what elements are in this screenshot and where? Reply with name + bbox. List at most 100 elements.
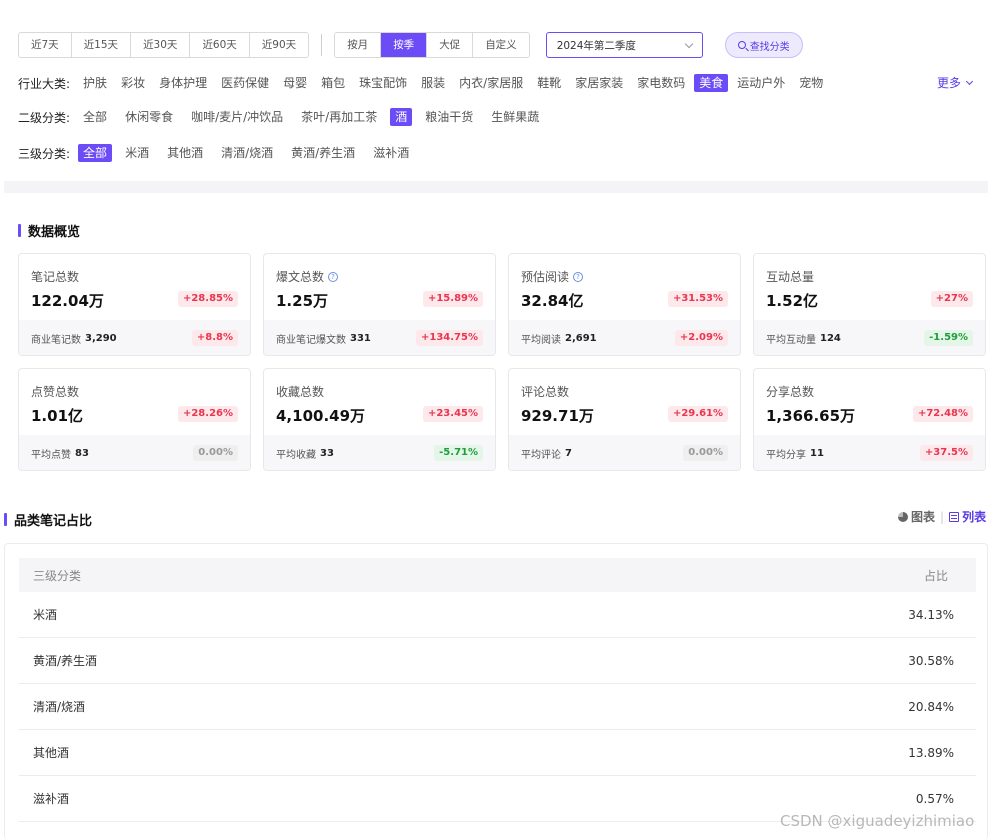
- more-button[interactable]: 更多: [937, 74, 974, 91]
- chevron-down-icon: [684, 39, 693, 48]
- level2-item[interactable]: 休闲零食: [120, 108, 178, 126]
- search-icon: [737, 41, 746, 49]
- industry-label: 行业大类:: [18, 76, 71, 91]
- industry-item[interactable]: 内衣/家居服: [454, 74, 528, 92]
- level2-item[interactable]: 茶叶/再加工茶: [296, 108, 382, 126]
- sub-label: 平均收藏: [276, 449, 316, 461]
- stat-name-text: 分享总数: [766, 385, 815, 399]
- sub-value: 3,290: [85, 332, 117, 344]
- stat-card-sub: 商业笔记数 3,290 +8.8%: [19, 320, 250, 355]
- row-share: 13.89%: [908, 745, 954, 760]
- stat-card: 预估阅读? 32.84亿 +31.53% 平均阅读 2,691 +2.09%: [508, 253, 741, 356]
- row-share: 0.57%: [915, 791, 954, 806]
- find-category-button[interactable]: 查找分类: [724, 32, 803, 58]
- industry-item[interactable]: 身体护理: [154, 74, 212, 92]
- industry-item[interactable]: 服装: [416, 74, 450, 92]
- industry-item[interactable]: 箱包: [316, 74, 350, 92]
- stat-change-badge: +15.89%: [422, 291, 483, 307]
- tab-by-month[interactable]: 按月: [335, 33, 382, 57]
- stat-name: 互动总量: [766, 268, 985, 285]
- help-icon[interactable]: ?: [328, 271, 339, 282]
- chart-view-button[interactable]: 图表: [898, 508, 935, 525]
- industry-item[interactable]: 彩妆: [116, 74, 150, 92]
- industry-item[interactable]: 母婴: [278, 74, 312, 92]
- chevron-down-icon: [965, 77, 974, 85]
- tab-90-days[interactable]: 近90天: [249, 33, 309, 57]
- industry-item[interactable]: 家居家装: [570, 74, 628, 92]
- table-row: 清酒/烧酒 20.84%: [19, 684, 976, 730]
- stat-card-sub: 平均分享 11 +37.5%: [754, 435, 985, 470]
- stat-change-badge: +29.61%: [667, 406, 728, 422]
- tab-30-days[interactable]: 近30天: [131, 33, 191, 57]
- sub-value: 11: [810, 447, 824, 459]
- stat-card: 爆文总数? 1.25万 +15.89% 商业笔记爆文数 331 +134.75%: [263, 253, 496, 356]
- level2-item-active[interactable]: 酒: [390, 108, 413, 126]
- toggle-separator: |: [940, 509, 945, 524]
- level2-label: 二级分类:: [18, 110, 71, 125]
- range-tabs: 近7天 近15天 近30天 近60天 近90天: [18, 32, 310, 58]
- industry-item-active[interactable]: 美食: [694, 74, 729, 92]
- level2-item[interactable]: 咖啡/麦片/冲饮品: [186, 108, 288, 126]
- industry-item[interactable]: 珠宝配饰: [354, 74, 412, 92]
- period-tabs: 按月 按季 大促 自定义: [334, 32, 530, 58]
- tab-by-quarter[interactable]: 按季: [381, 33, 428, 57]
- level3-item-active[interactable]: 全部: [78, 144, 113, 162]
- industry-item[interactable]: 护肤: [78, 74, 112, 92]
- watermark: CSDN @xiguadeyizhimiao: [780, 812, 975, 830]
- sub-label: 商业笔记数: [31, 334, 81, 346]
- share-title-text: 品类笔记占比: [14, 514, 93, 529]
- stat-name: 评论总数: [521, 383, 740, 400]
- toolbar-divider: [321, 34, 323, 56]
- level3-item[interactable]: 滋补酒: [368, 144, 414, 162]
- sub-change-badge: 0.00%: [683, 445, 728, 461]
- stat-name-text: 收藏总数: [276, 385, 325, 399]
- row-category: 清酒/烧酒: [33, 700, 86, 714]
- industry-item[interactable]: 运动户外: [732, 74, 790, 92]
- industry-item[interactable]: 鞋靴: [532, 74, 566, 92]
- level3-item[interactable]: 其他酒: [162, 144, 208, 162]
- row-category: 米酒: [33, 608, 58, 622]
- stat-card-sub: 平均互动量 124 -1.59%: [754, 320, 985, 355]
- sub-value: 83: [75, 447, 89, 459]
- help-icon[interactable]: ?: [573, 271, 584, 282]
- level2-item[interactable]: 粮油干货: [420, 108, 478, 126]
- level3-item[interactable]: 黄酒/养生酒: [286, 144, 360, 162]
- column-header-share: 占比: [923, 568, 948, 583]
- industry-item[interactable]: 家电数码: [632, 74, 690, 92]
- tab-promotion[interactable]: 大促: [427, 33, 474, 57]
- quarter-select[interactable]: 2024年第二季度: [545, 32, 703, 58]
- sub-label: 平均互动量: [766, 334, 816, 346]
- sub-value: 124: [820, 332, 841, 344]
- level2-item[interactable]: 全部: [78, 108, 112, 126]
- sub-change-badge: +134.75%: [416, 330, 483, 346]
- level3-item[interactable]: 米酒: [120, 144, 154, 162]
- stat-card-sub: 商业笔记爆文数 331 +134.75%: [264, 320, 495, 355]
- stat-card: 评论总数 929.71万 +29.61% 平均评论 7 0.00%: [508, 368, 741, 471]
- industry-item[interactable]: 医药保健: [216, 74, 274, 92]
- stat-name-text: 预估阅读: [521, 270, 570, 284]
- view-toggle: 图表 | 列表: [898, 508, 986, 525]
- stat-card-main: 分享总数 1,366.65万 +72.48%: [754, 369, 985, 435]
- stat-card: 点赞总数 1.01亿 +28.26% 平均点赞 83 0.00%: [18, 368, 251, 471]
- stat-card-sub: 平均阅读 2,691 +2.09%: [509, 320, 740, 355]
- section-divider: [4, 181, 988, 193]
- tab-15-days[interactable]: 近15天: [71, 33, 132, 57]
- industry-item[interactable]: 宠物: [794, 74, 828, 92]
- stat-name: 分享总数: [766, 383, 985, 400]
- sub-value: 33: [320, 447, 334, 459]
- level2-item[interactable]: 生鲜果蔬: [486, 108, 544, 126]
- table-row: 黄酒/养生酒 30.58%: [19, 638, 976, 684]
- sub-change-badge: +2.09%: [674, 330, 728, 346]
- list-view-button[interactable]: 列表: [949, 508, 986, 525]
- table-row: 其他酒 13.89%: [19, 730, 976, 776]
- tab-60-days[interactable]: 近60天: [190, 33, 250, 57]
- industry-row: 行业大类: 护肤 彩妆 身体护理 医药保健 母婴 箱包 珠宝配饰 服装 内衣/家…: [18, 73, 828, 93]
- level3-item[interactable]: 清酒/烧酒: [216, 144, 278, 162]
- tab-7-days[interactable]: 近7天: [19, 33, 72, 57]
- tab-custom[interactable]: 自定义: [473, 33, 529, 57]
- stat-name-text: 爆文总数: [276, 270, 325, 284]
- filter-toolbar: 近7天 近15天 近30天 近60天 近90天 按月 按季 大促 自定义 202…: [18, 32, 803, 58]
- level3-row: 三级分类: 全部 米酒 其他酒 清酒/烧酒 黄酒/养生酒 滋补酒: [18, 143, 414, 163]
- row-share: 20.84%: [908, 699, 954, 714]
- sub-label: 平均评论: [521, 449, 561, 461]
